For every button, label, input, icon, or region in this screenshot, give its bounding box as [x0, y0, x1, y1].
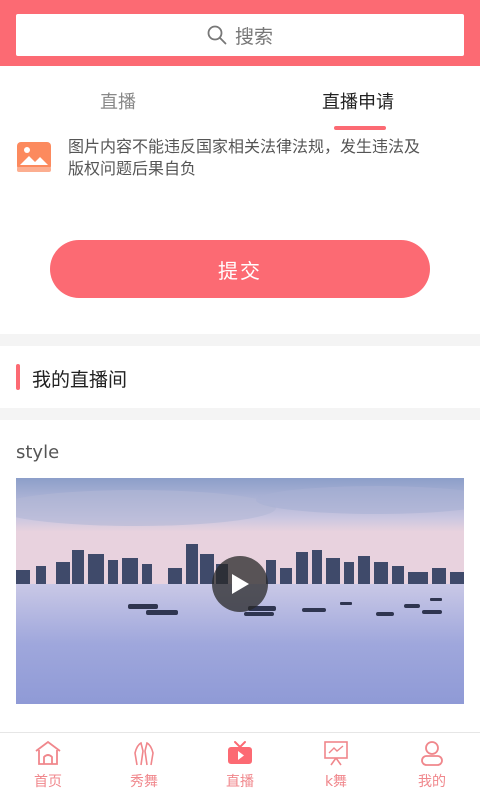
play-icon — [232, 574, 249, 594]
nav-home[interactable]: 首页 — [0, 733, 96, 800]
section-accent-bar — [16, 364, 20, 390]
search-input[interactable]: 搜索 — [16, 14, 464, 56]
section-title: 我的直播间 — [32, 369, 128, 391]
tab-live-application[interactable]: 直播申请 — [322, 88, 394, 114]
tab-bar: 直播 直播申请 — [0, 66, 480, 136]
home-icon — [35, 740, 61, 765]
my-live-room-header: 我的直播间 — [0, 346, 480, 408]
tv-icon — [228, 741, 252, 764]
header: 搜索 — [0, 0, 480, 66]
submit-button[interactable]: 提交 — [50, 240, 430, 298]
room-name: style — [16, 442, 60, 463]
nav-mine[interactable]: 我的 — [384, 733, 480, 800]
active-tab-indicator — [334, 126, 386, 130]
nav-home-label: 首页 — [34, 774, 62, 790]
image-icon[interactable] — [16, 140, 52, 174]
search-icon — [207, 25, 227, 45]
nav-k-dance[interactable]: k舞 — [288, 733, 384, 800]
play-button[interactable] — [212, 556, 268, 612]
tab-live[interactable]: 直播 — [100, 88, 136, 114]
bottom-navigation: 首页 秀舞 直播 k舞 我的 — [0, 732, 480, 800]
nav-dance-show-label: 秀舞 — [130, 774, 158, 790]
nav-live-label: 直播 — [226, 774, 254, 790]
application-form: 图片内容不能违反国家相关法律法规，发生违法及版权问题后果自负 提交 — [0, 136, 480, 334]
copyright-notice: 图片内容不能违反国家相关法律法规，发生违法及版权问题后果自负 — [68, 137, 421, 178]
live-room-card[interactable]: style — [0, 420, 480, 732]
presentation-icon — [324, 741, 348, 766]
nav-live[interactable]: 直播 — [192, 733, 288, 800]
video-thumbnail[interactable] — [16, 478, 464, 704]
search-placeholder: 搜索 — [234, 25, 273, 48]
nav-dance-show[interactable]: 秀舞 — [96, 733, 192, 800]
dance-icon — [134, 741, 154, 766]
nav-mine-label: 我的 — [418, 774, 446, 790]
user-icon — [421, 741, 443, 766]
nav-k-dance-label: k舞 — [324, 774, 348, 790]
